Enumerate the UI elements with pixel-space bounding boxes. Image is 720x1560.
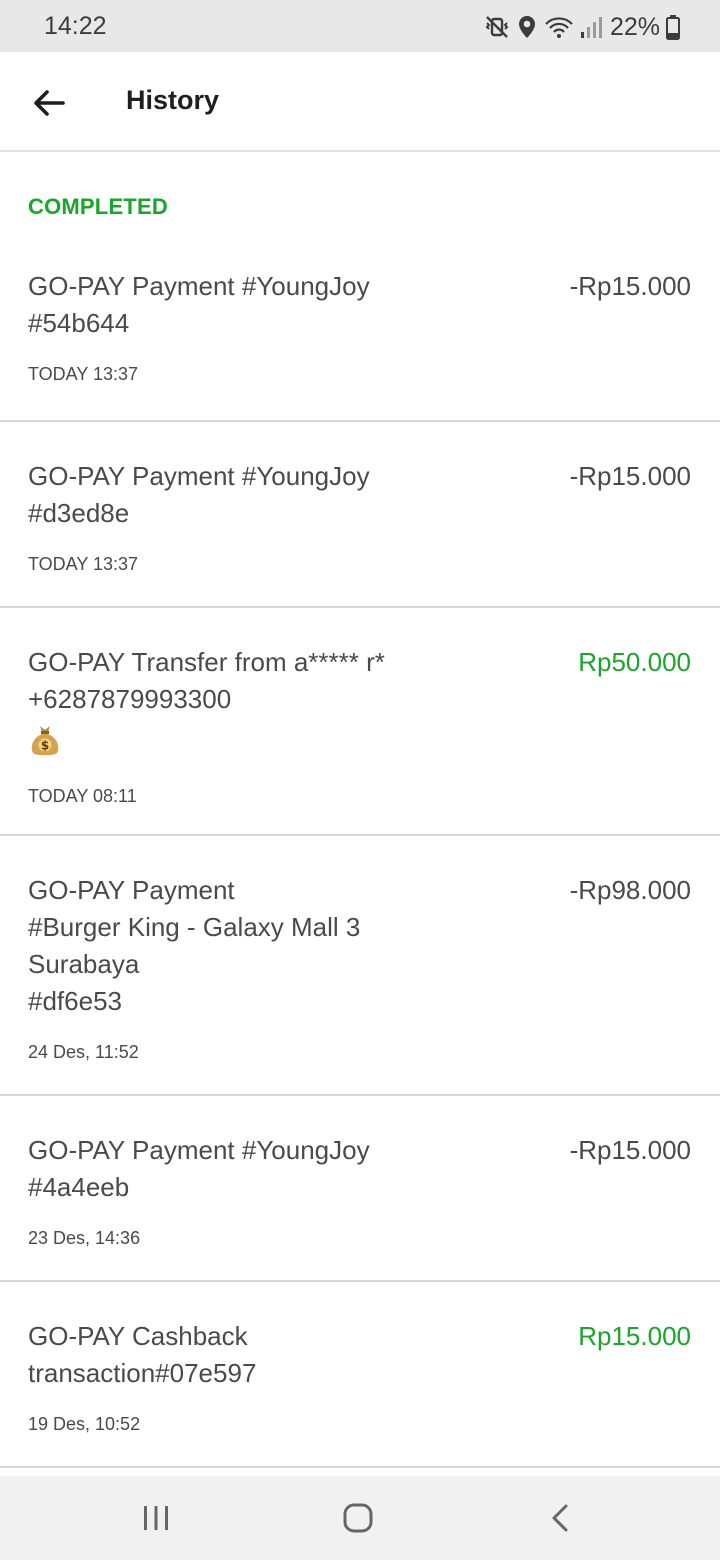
- location-icon: [518, 16, 535, 38]
- transaction-item[interactable]: GO-PAY Payment #YoungJoy #d3ed8e -Rp15.0…: [0, 422, 720, 608]
- battery-percent: 22%: [609, 12, 660, 41]
- transaction-amount: -Rp98.000: [569, 875, 691, 905]
- signal-icon: [580, 17, 602, 38]
- transaction-date: TODAY 13:37: [28, 554, 139, 574]
- wifi-icon: [545, 17, 573, 38]
- back-icon: [552, 1504, 568, 1532]
- transaction-item[interactable]: GO-PAY Transfer from a***** r* +62878799…: [0, 608, 720, 836]
- section-header-completed: COMPLETED: [28, 194, 168, 219]
- mute-vibrate-icon: [485, 16, 509, 38]
- arrow-left-icon: [34, 90, 65, 116]
- svg-text:$: $: [41, 739, 49, 753]
- system-nav-bar: [0, 1476, 720, 1560]
- transaction-amount: Rp15.000: [578, 1321, 691, 1351]
- transaction-item[interactable]: GO-PAY Payment #YoungJoy #4a4eeb -Rp15.0…: [0, 1096, 720, 1282]
- transaction-date: 24 Des, 11:52: [28, 1042, 139, 1062]
- transaction-item[interactable]: GO-PAY Cashback transaction#07e597 Rp15.…: [0, 1282, 720, 1468]
- recent-apps-button[interactable]: [134, 1496, 178, 1540]
- back-button[interactable]: [28, 82, 70, 124]
- status-icons: 22%: [484, 10, 680, 44]
- transaction-amount: -Rp15.000: [569, 461, 691, 491]
- transaction-description: GO-PAY Cashback transaction#07e597: [28, 1321, 257, 1388]
- transaction-amount: -Rp15.000: [569, 1135, 691, 1165]
- transaction-amount: -Rp15.000: [569, 271, 691, 301]
- status-bar: 14:22 22%: [0, 0, 720, 52]
- home-icon: [343, 1503, 373, 1533]
- transaction-amount: Rp50.000: [578, 647, 691, 677]
- transaction-date: 23 Des, 14:36: [28, 1228, 141, 1248]
- transaction-description: GO-PAY Payment #Burger King - Galaxy Mal…: [28, 875, 361, 1016]
- home-button[interactable]: [336, 1496, 380, 1540]
- transaction-description: GO-PAY Payment #YoungJoy #4a4eeb: [28, 1135, 370, 1202]
- transaction-list: GO-PAY Payment #YoungJoy #54b644 -Rp15.0…: [0, 232, 720, 1468]
- transaction-item[interactable]: GO-PAY Payment #Burger King - Galaxy Mal…: [0, 836, 720, 1096]
- money-bag-icon: $: [28, 722, 62, 758]
- transaction-date: TODAY 08:11: [28, 786, 137, 806]
- transaction-item[interactable]: GO-PAY Payment #YoungJoy #54b644 -Rp15.0…: [0, 232, 720, 422]
- battery-icon: [666, 15, 680, 40]
- status-time: 14:22: [44, 12, 107, 40]
- transaction-description: GO-PAY Transfer from a***** r* +62878799…: [28, 647, 385, 714]
- transaction-date: TODAY 13:37: [28, 364, 139, 384]
- transaction-description: GO-PAY Payment #YoungJoy #d3ed8e: [28, 461, 370, 528]
- recent-apps-icon: [144, 1506, 168, 1530]
- nav-back-button[interactable]: [538, 1496, 582, 1540]
- transaction-description: GO-PAY Payment #YoungJoy #54b644: [28, 271, 370, 338]
- transaction-date: 19 Des, 10:52: [28, 1414, 141, 1434]
- app-bar: History: [0, 52, 720, 152]
- page-title: History: [126, 85, 220, 115]
